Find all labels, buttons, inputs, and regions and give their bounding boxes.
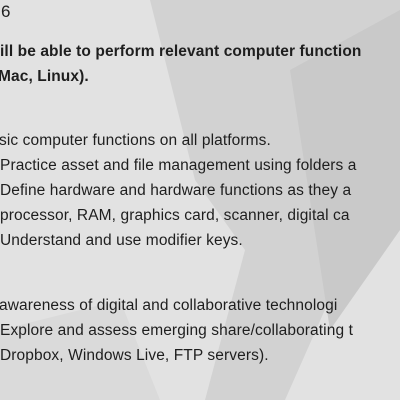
list-item: Understand and use modifier keys.: [0, 232, 243, 249]
list-item: Define hardware and hardware functions a…: [0, 182, 352, 199]
list-item: processor, RAM, graphics card, scanner, …: [0, 207, 350, 224]
list-item: Explore and assess emerging share/collab…: [0, 322, 353, 339]
list-item: Dropbox, Windows Live, FTP servers).: [0, 347, 269, 364]
document-page: 6 ill be able to perform relevant comput…: [0, 0, 400, 400]
section-number: 6: [1, 2, 11, 21]
list-item: Practice asset and file management using…: [0, 157, 357, 174]
objective-line-2: Mac, Linux).: [0, 68, 89, 85]
objective-line-1: ill be able to perform relevant computer…: [0, 43, 362, 60]
section-1-heading: sic computer functions on all platforms.: [0, 132, 271, 149]
section-2-heading: awareness of digital and collaborative t…: [0, 297, 338, 314]
